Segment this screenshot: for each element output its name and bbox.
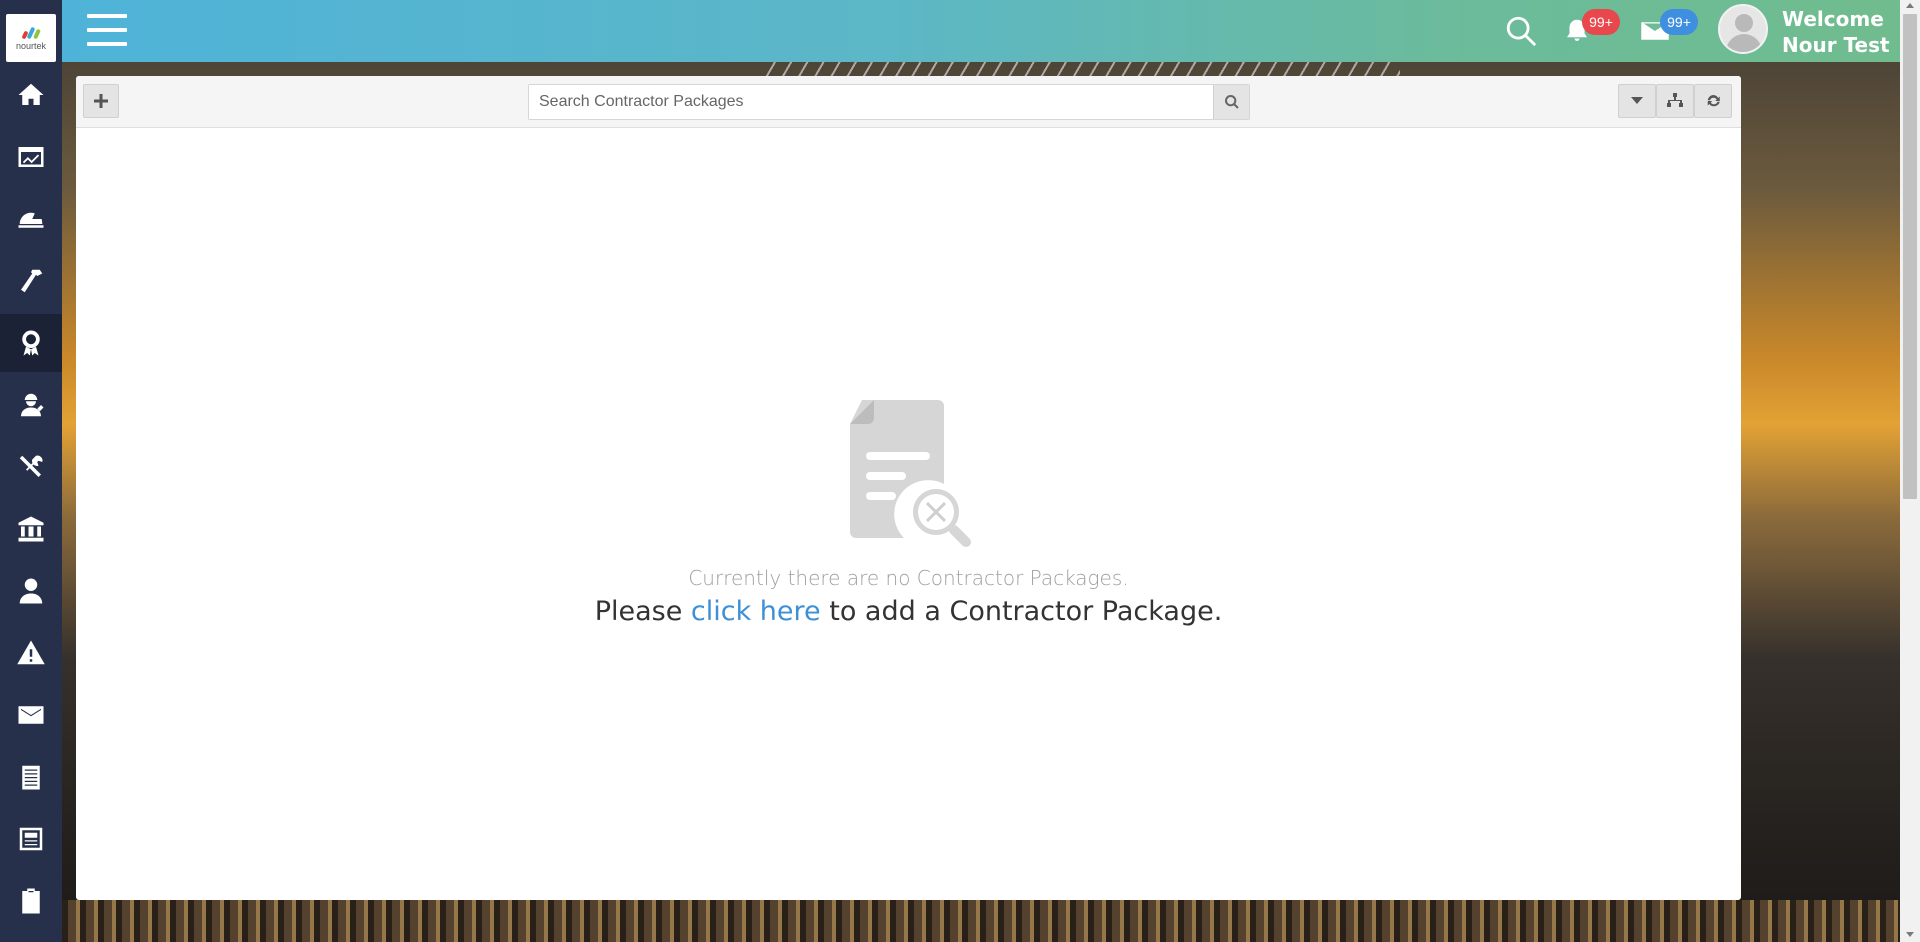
logo-mark-icon: [21, 25, 41, 40]
dashboard-icon: [18, 147, 44, 167]
award-icon: [22, 330, 40, 356]
newspaper-icon: [19, 827, 43, 851]
hammer-icon: [21, 269, 43, 293]
sidebar-item-home[interactable]: [0, 66, 62, 124]
toolbar: [76, 76, 1741, 128]
search-input[interactable]: [529, 85, 1211, 119]
sidebar-item-maintenance[interactable]: [0, 438, 62, 496]
scroll-down-arrow-icon[interactable]: [1906, 932, 1914, 937]
top-header: 99+ 99+ Welcome Nour Test: [62, 0, 1900, 62]
plus-icon: [94, 94, 108, 108]
sidebar-item-messages[interactable]: [0, 686, 62, 744]
dropdown-button[interactable]: [1618, 84, 1656, 118]
empty-state-cta: Please click here to add a Contractor Pa…: [76, 596, 1741, 627]
bank-icon: [18, 516, 44, 542]
welcome-label: Welcome: [1782, 7, 1884, 31]
app-logo[interactable]: nourtek: [6, 14, 56, 62]
sidebar-item-safety[interactable]: [0, 190, 62, 248]
sidebar-item-organization[interactable]: [0, 500, 62, 558]
logo-text: nourtek: [15, 41, 47, 51]
sidebar-item-reports[interactable]: [0, 810, 62, 868]
warning-icon: [17, 640, 45, 665]
sidebar: nourtek: [0, 0, 62, 942]
scroll-thumb[interactable]: [1903, 14, 1917, 499]
tools-icon: [19, 455, 43, 477]
cta-suffix: to add a Contractor Package.: [820, 596, 1223, 627]
helmet-icon: [18, 212, 44, 228]
contractor-packages-panel: Currently there are no Contractor Packag…: [76, 76, 1741, 900]
avatar[interactable]: [1718, 4, 1768, 54]
search-box: [528, 84, 1250, 120]
user-welcome[interactable]: Welcome Nour Test: [1782, 6, 1890, 58]
search-icon[interactable]: [1504, 14, 1538, 48]
menu-toggle-icon[interactable]: [87, 14, 127, 46]
refresh-icon: [1707, 94, 1720, 107]
no-results-document-icon: [850, 400, 971, 547]
magnifier-icon: [1224, 95, 1239, 109]
sidebar-item-users[interactable]: [0, 562, 62, 620]
sitemap-icon: [1667, 93, 1683, 107]
notepad-icon: [22, 765, 40, 790]
refresh-button[interactable]: [1694, 84, 1732, 118]
notifications-badge[interactable]: 99+: [1582, 9, 1620, 35]
messages-badge[interactable]: 99+: [1660, 9, 1698, 35]
worker-icon: [21, 393, 44, 417]
sidebar-item-notes[interactable]: [0, 748, 62, 806]
sidebar-item-contractor-packages[interactable]: [0, 314, 62, 372]
sidebar-item-incidents[interactable]: [0, 624, 62, 682]
empty-state-message: Currently there are no Contractor Packag…: [688, 566, 1129, 590]
search-button[interactable]: [1213, 85, 1249, 119]
sidebar-item-workers[interactable]: [0, 376, 62, 434]
add-package-link[interactable]: click here: [691, 596, 821, 627]
add-button[interactable]: [83, 84, 119, 118]
hierarchy-button[interactable]: [1656, 84, 1694, 118]
user-name: Nour Test: [1782, 33, 1890, 57]
clipboard-icon: [22, 888, 40, 914]
sidebar-item-tools[interactable]: [0, 252, 62, 310]
sidebar-item-dashboard[interactable]: [0, 128, 62, 186]
user-icon: [19, 578, 43, 604]
cta-prefix: Please: [594, 596, 691, 627]
sidebar-item-checklists[interactable]: [0, 872, 62, 930]
home-icon: [18, 83, 44, 105]
caret-down-icon: [1631, 97, 1643, 104]
scroll-up-arrow-icon[interactable]: [1906, 3, 1914, 8]
mail-icon: [18, 706, 44, 724]
background-structure: [62, 900, 1920, 942]
